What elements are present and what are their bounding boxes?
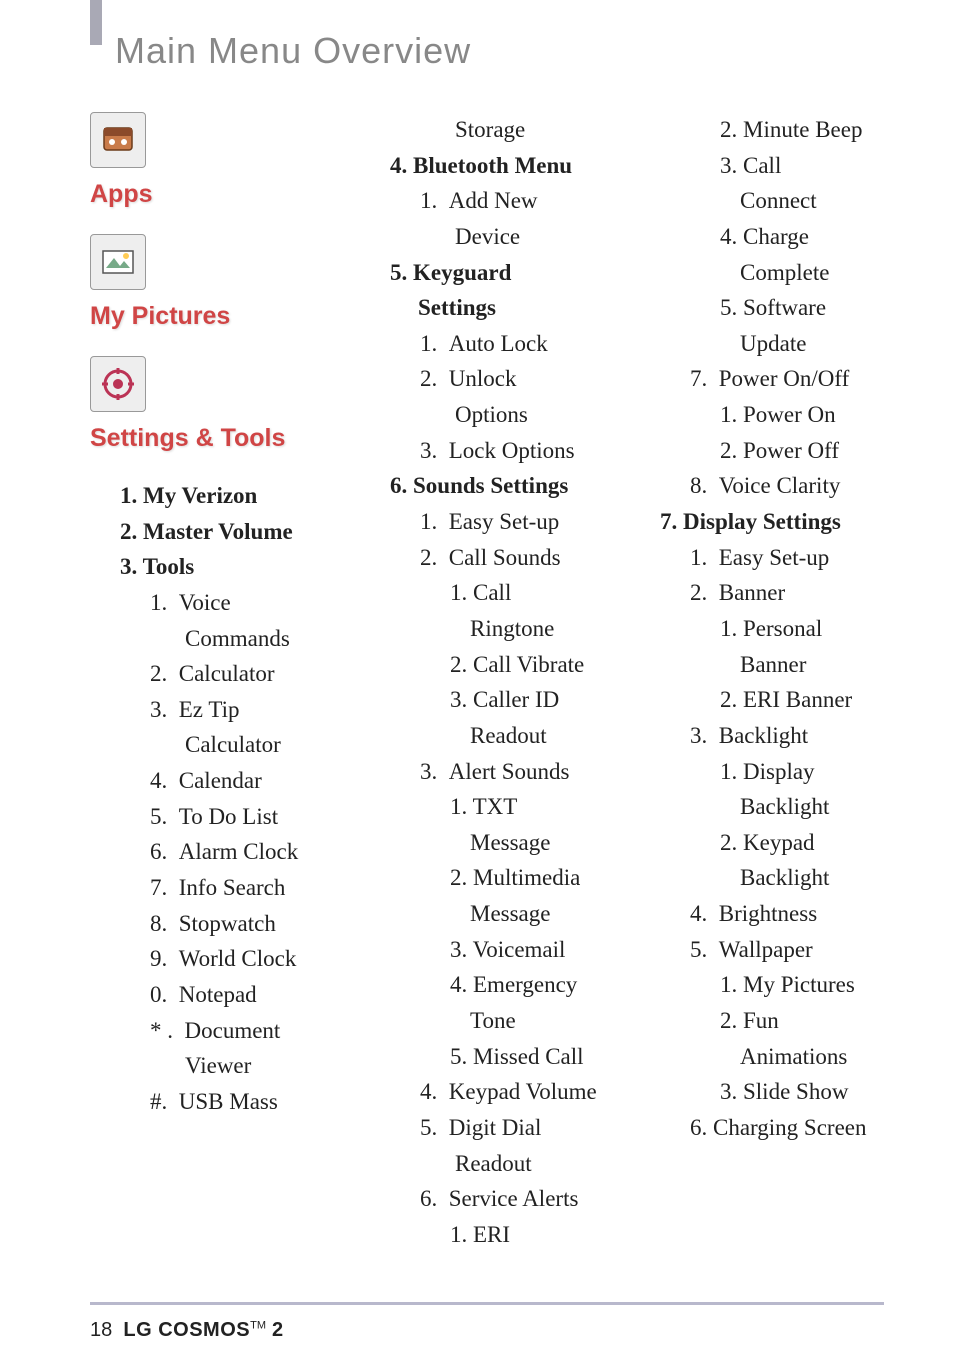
menu-item-cont: Device [360,219,620,255]
apps-icon [90,112,146,168]
menu-item: 8. Voice Clarity [630,468,890,504]
menu-item-cont: Message [360,825,620,861]
menu-item: 7. Display Settings [630,504,890,540]
menu-item-cont: Tone [360,1003,620,1039]
menu-item: 2. Banner [630,575,890,611]
settings-tools-heading: Settings & Tools [90,424,350,453]
column-2: Storage 4. Bluetooth Menu 1. Add New Dev… [360,112,620,1253]
menu-item: 6. Sounds Settings [360,468,620,504]
menu-item-cont: Viewer [90,1048,350,1084]
footer-model: 2 [266,1319,284,1341]
menu-item: 3. Slide Show [630,1074,890,1110]
menu-item: 5. To Do List [90,799,350,835]
menu-item: 1. Display [630,754,890,790]
menu-item: 4. Emergency [360,967,620,1003]
menu-item: 3. Backlight [630,718,890,754]
my-pictures-icon [90,234,146,290]
menu-item: 5. Missed Call [360,1039,620,1075]
menu-item: 1. Easy Set-up [360,504,620,540]
menu-item: 1. ERI [360,1217,620,1253]
menu-item: 4. Charge [630,219,890,255]
menu-item: 4. Keypad Volume [360,1074,620,1110]
menu-item: 5. Software [630,290,890,326]
menu-item: 4. Brightness [630,896,890,932]
title-accent-bar [90,0,102,45]
menu-item: 6. Service Alerts [360,1181,620,1217]
menu-item: 1. Personal [630,611,890,647]
menu-item: 5. Keyguard [360,255,620,291]
settings-tools-icon [90,356,146,412]
trademark: TM [250,1319,266,1331]
menu-item: 4. Calendar [90,763,350,799]
menu-item-cont: Update [630,326,890,362]
menu-item-cont: Backlight [630,789,890,825]
menu-item: 1. TXT [360,789,620,825]
menu-item-cont: Banner [630,647,890,683]
menu-item: 7. Power On/Off [630,361,890,397]
menu-item: 2. Fun [630,1003,890,1039]
menu-item-cont: Animations [630,1039,890,1075]
menu-item: 2. Unlock [360,361,620,397]
menu-item: 3. Call [630,148,890,184]
menu-item: 2. Keypad [630,825,890,861]
menu-item: 3. Voicemail [360,932,620,968]
menu-item: 5. Wallpaper [630,932,890,968]
menu-item: 0. Notepad [90,977,350,1013]
apps-heading: Apps [90,180,350,209]
menu-item: 2. Call Vibrate [360,647,620,683]
menu-item-cont: Message [360,896,620,932]
content-columns: Apps My Pictures Settings & Tools 1. My … [90,112,884,1292]
page-title: Main Menu Overview [115,30,884,72]
menu-item: 1. Auto Lock [360,326,620,362]
column-3: 2. Minute Beep 3. Call Connect 4. Charge… [630,112,890,1146]
menu-item: 2. Minute Beep [630,112,890,148]
menu-item-cont: Storage [360,112,620,148]
menu-item: 7. Info Search [90,870,350,906]
menu-item-cont: Ringtone [360,611,620,647]
menu-item-cont: Readout [360,1146,620,1182]
menu-item: 4. Bluetooth Menu [360,148,620,184]
page-footer: 18 LG COSMOSTM 2 [90,1302,884,1342]
menu-item: 3. Caller ID [360,682,620,718]
menu-item: 3. Alert Sounds [360,754,620,790]
footer-brand: LG COSMOS [123,1319,250,1341]
menu-item: 6. Charging Screen [630,1110,890,1146]
menu-item: 2. Multimedia [360,860,620,896]
menu-item: 9. World Clock [90,941,350,977]
menu-item-cont: Connect [630,183,890,219]
menu-item: 1. Power On [630,397,890,433]
menu-item: 8. Stopwatch [90,906,350,942]
menu-item: 3. Tools [90,549,350,585]
menu-item: 2. Calculator [90,656,350,692]
menu-item: 2. ERI Banner [630,682,890,718]
column-1: Apps My Pictures Settings & Tools 1. My … [90,112,350,1120]
menu-item-cont: Complete [630,255,890,291]
menu-item: 1. My Pictures [630,967,890,1003]
menu-item: 1. My Verizon [90,478,350,514]
menu-item: 3. Lock Options [360,433,620,469]
menu-item: 2. Call Sounds [360,540,620,576]
menu-item: 5. Digit Dial [360,1110,620,1146]
menu-item: 1. Call [360,575,620,611]
menu-item: 3. Ez Tip [90,692,350,728]
menu-item-cont: Options [360,397,620,433]
menu-item: 1. Easy Set-up [630,540,890,576]
my-pictures-heading: My Pictures [90,302,350,331]
menu-item: 2. Power Off [630,433,890,469]
menu-item: 6. Alarm Clock [90,834,350,870]
menu-item-cont: Settings [360,290,620,326]
menu-item: #. USB Mass [90,1084,350,1120]
menu-item: 2. Master Volume [90,514,350,550]
menu-item-cont: Backlight [630,860,890,896]
menu-item-cont: Readout [360,718,620,754]
menu-item: 1. Add New [360,183,620,219]
menu-item-cont: Commands [90,621,350,657]
menu-item-cont: Calculator [90,727,350,763]
menu-item: 1. Voice [90,585,350,621]
page-number: 18 [90,1319,112,1341]
menu-item: * . Document [90,1013,350,1049]
